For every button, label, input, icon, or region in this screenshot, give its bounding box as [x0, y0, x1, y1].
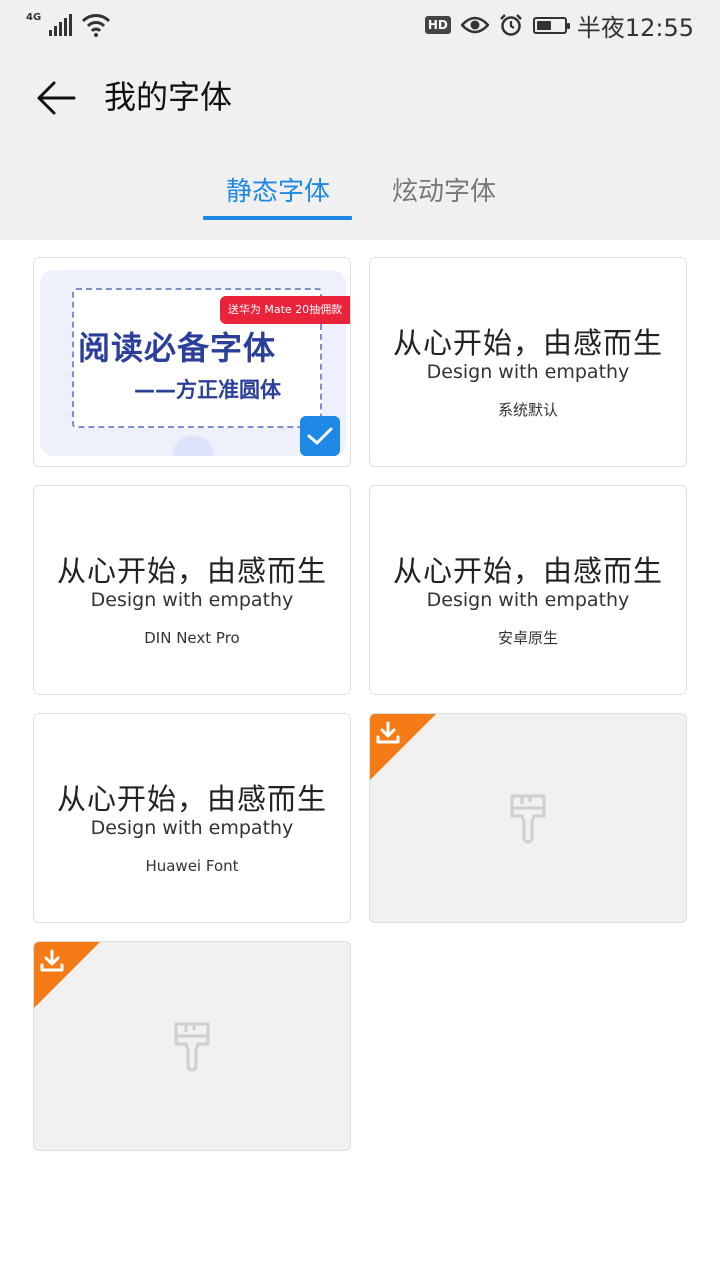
wifi-icon	[82, 14, 111, 37]
page-title: 我的字体	[104, 78, 233, 116]
font-card-system-default[interactable]: 从心开始，由感而生 Design with empathy 系统默认	[369, 257, 687, 467]
sample-chinese: 从心开始，由感而生	[56, 554, 327, 588]
status-bar: 4G HD 半夜12:55	[0, 0, 720, 50]
back-arrow-icon	[37, 81, 76, 115]
sample-chinese: 从心开始，由感而生	[392, 326, 663, 360]
sample-english: Design with empathy	[90, 817, 294, 839]
download-icon	[376, 721, 400, 744]
alarm-icon	[499, 14, 522, 36]
sample-english: Design with empathy	[90, 589, 294, 611]
download-corner[interactable]	[370, 714, 436, 780]
font-name: DIN Next Pro	[144, 629, 240, 647]
tab-dynamic-fonts[interactable]: 炫动字体	[392, 172, 496, 212]
promo-badge: 送华为 Mate 20抽佣款	[220, 296, 350, 324]
back-button[interactable]	[30, 72, 82, 124]
selected-check-badge	[300, 416, 340, 456]
sample-english: Design with empathy	[426, 361, 630, 383]
battery-icon	[532, 16, 570, 34]
font-card-android-native[interactable]: 从心开始，由感而生 Design with empathy 安卓原生	[369, 485, 687, 695]
font-card-huawei-font[interactable]: 从心开始，由感而生 Design with empathy Huawei Fon…	[33, 713, 351, 923]
tab-static-fonts[interactable]: 静态字体	[226, 172, 330, 212]
featured-subtitle: ——方正准圆体	[134, 378, 281, 402]
network-label: 4G	[26, 11, 42, 23]
eye-icon	[460, 16, 489, 34]
font-name: 系统默认	[497, 401, 558, 419]
sample-chinese: 从心开始，由感而生	[392, 554, 663, 588]
font-name: 安卓原生	[497, 629, 558, 647]
font-card-featured[interactable]: 阅读必备字体 ——方正准圆体 送华为 Mate 20抽佣款	[33, 257, 351, 467]
download-corner[interactable]	[34, 942, 100, 1008]
clock: 半夜12:55	[576, 13, 694, 42]
download-icon	[40, 949, 64, 972]
tab-indicator	[203, 216, 352, 220]
font-name: Huawei Font	[145, 857, 239, 875]
font-card-download-2[interactable]	[33, 941, 351, 1151]
brush-icon	[174, 1022, 210, 1072]
signal-icon	[49, 14, 73, 36]
font-card-din-next-pro[interactable]: 从心开始，由感而生 Design with empathy DIN Next P…	[33, 485, 351, 695]
featured-title: 阅读必备字体	[78, 329, 277, 367]
hd-badge: HD	[424, 16, 451, 34]
sample-english: Design with empathy	[426, 589, 630, 611]
font-card-download-1[interactable]	[369, 713, 687, 923]
sample-chinese: 从心开始，由感而生	[56, 782, 327, 816]
brush-icon	[510, 794, 546, 844]
header: 4G HD 半夜12:55 我的字体 静态字体 炫动字体	[0, 0, 720, 240]
check-icon	[307, 427, 333, 445]
